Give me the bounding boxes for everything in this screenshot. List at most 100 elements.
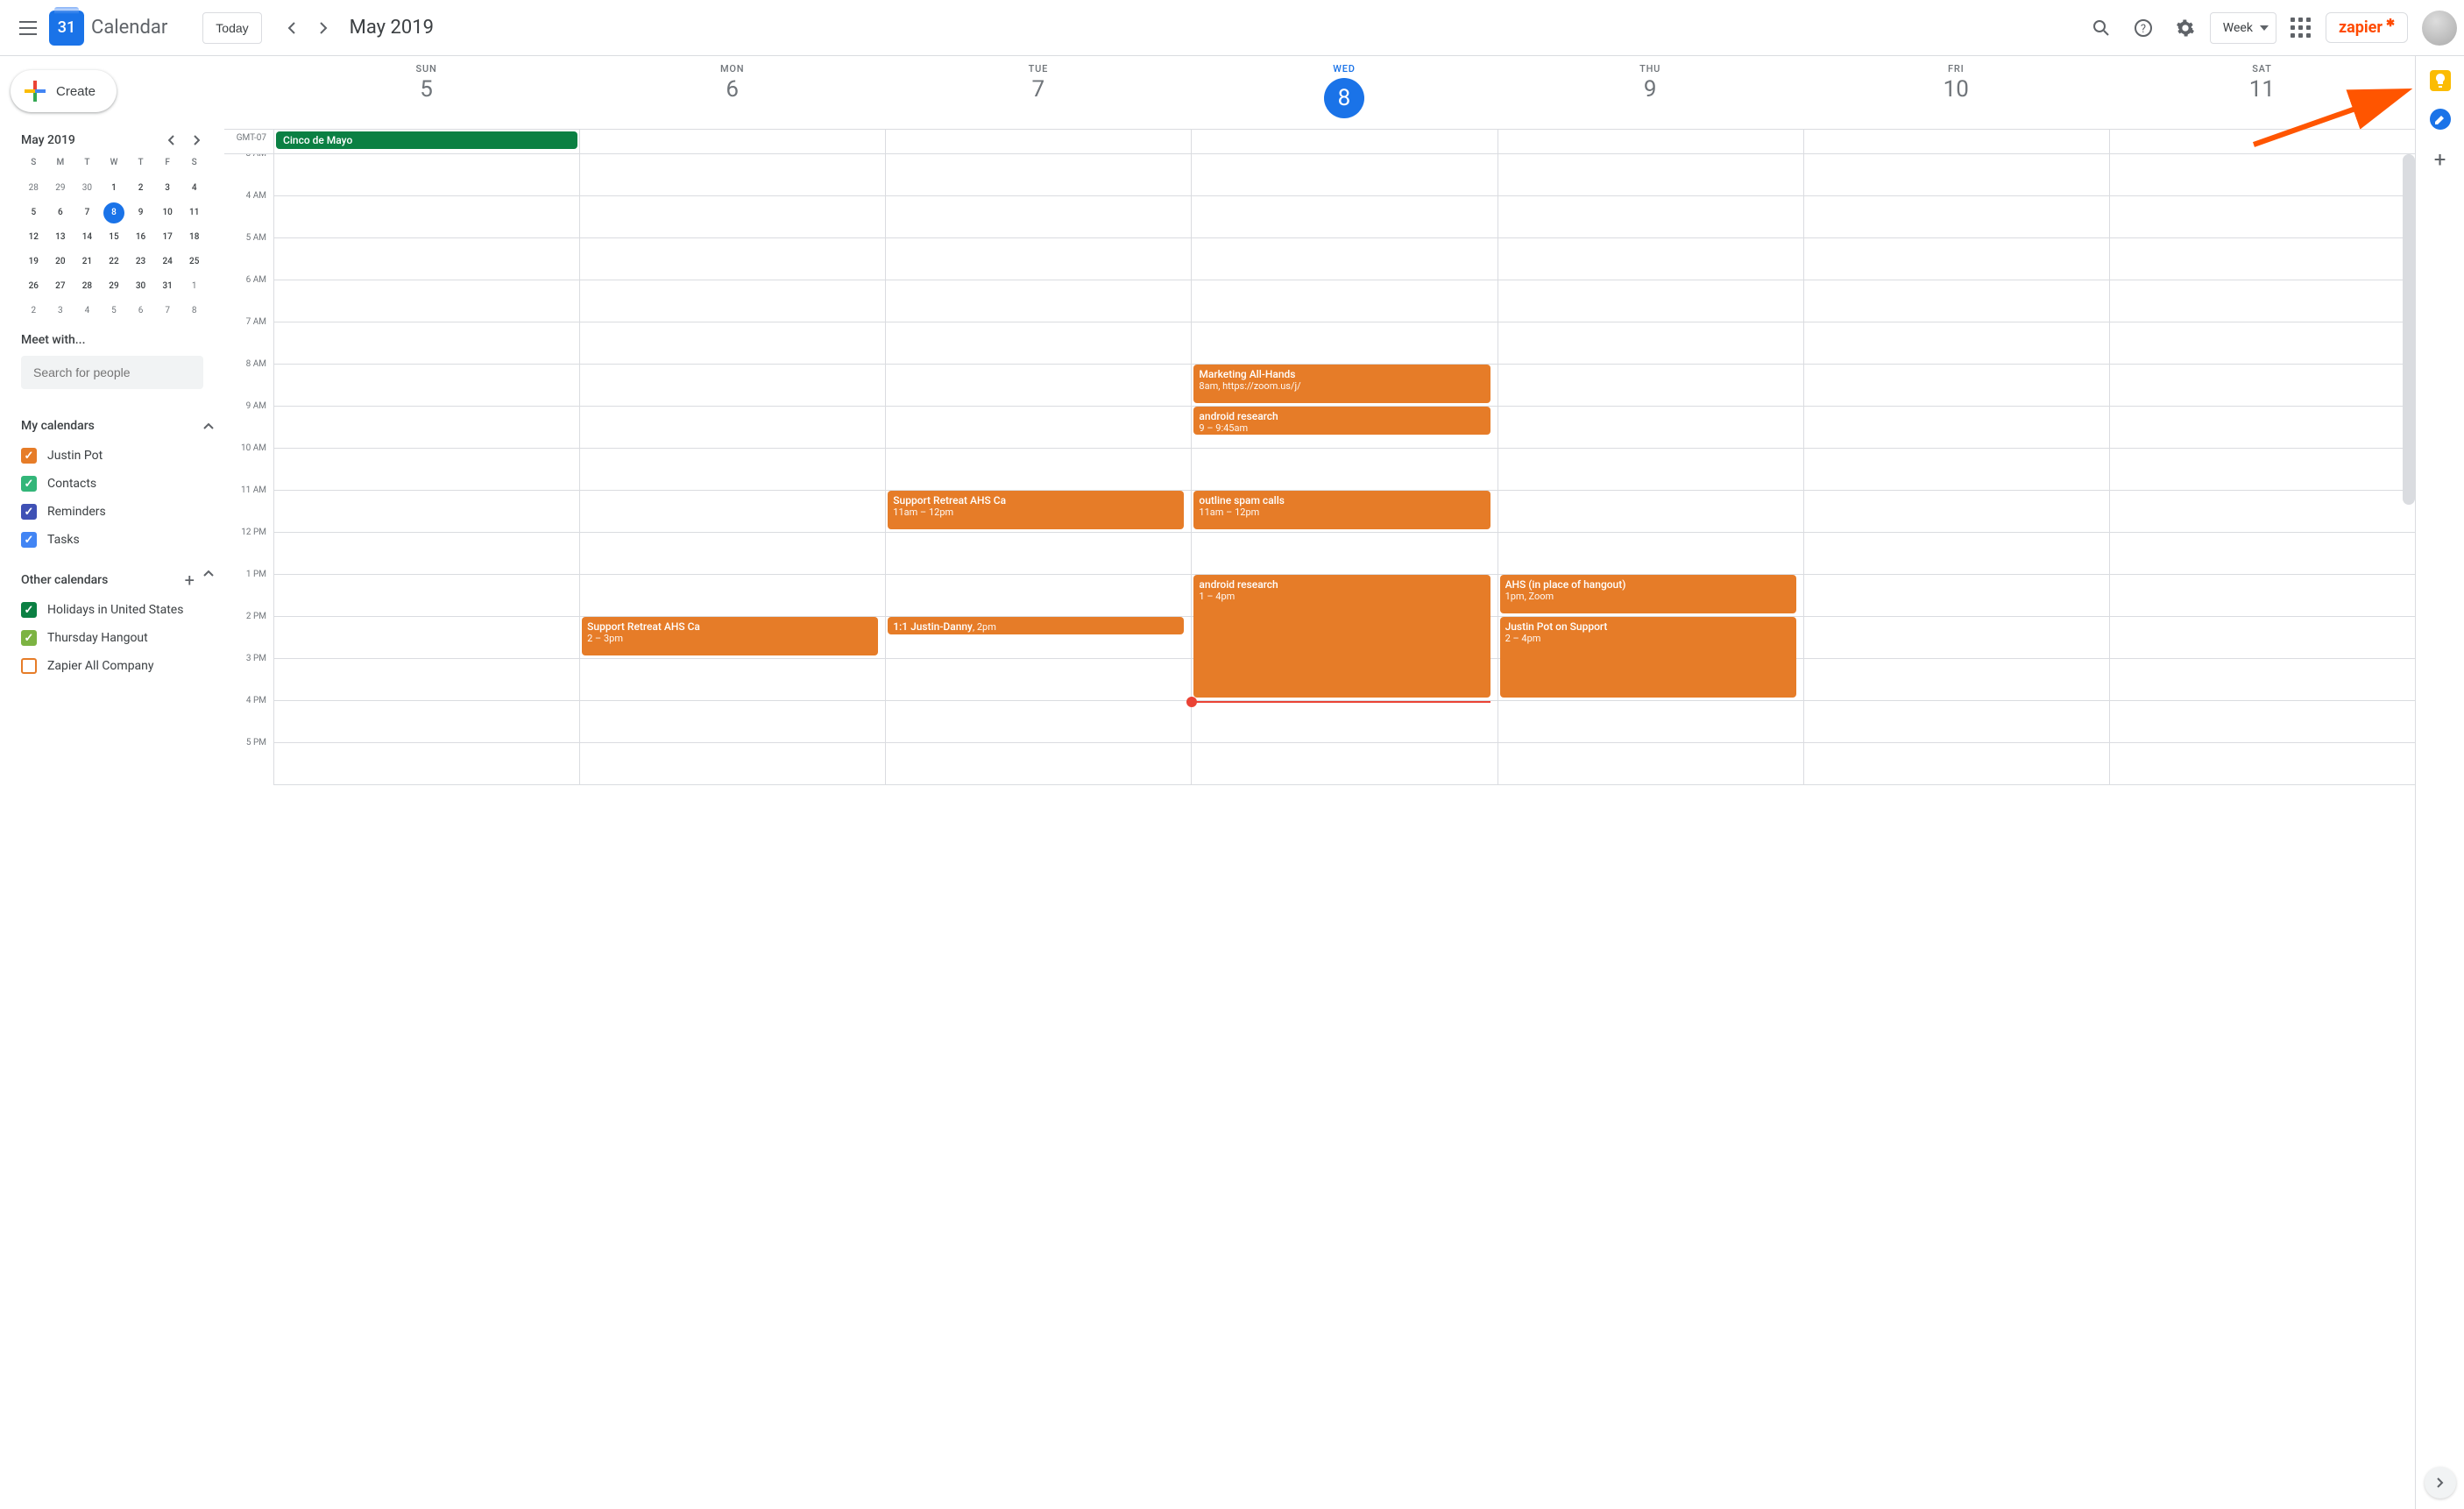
user-avatar[interactable] xyxy=(2422,11,2457,46)
hour-cell[interactable] xyxy=(580,449,885,491)
hour-cell[interactable] xyxy=(1498,365,1803,407)
my-calendars-toggle[interactable]: My calendars xyxy=(21,410,214,442)
hour-cell[interactable] xyxy=(1804,196,2109,238)
hour-cell[interactable] xyxy=(274,701,579,743)
hour-cell[interactable] xyxy=(1192,449,1497,491)
hour-cell[interactable] xyxy=(1804,659,2109,701)
day-header[interactable]: THU9 xyxy=(1498,56,1803,129)
create-button[interactable]: Create xyxy=(11,70,117,112)
hour-cell[interactable] xyxy=(2110,238,2415,280)
calendar-event[interactable]: Marketing All-Hands8am, https://zoom.us/… xyxy=(1193,365,1490,403)
hour-cell[interactable] xyxy=(886,449,1191,491)
calendar-list-item[interactable]: Tasks xyxy=(21,526,214,554)
calendar-checkbox[interactable] xyxy=(21,476,37,492)
mini-day-cell[interactable]: 10 xyxy=(157,202,178,223)
google-apps-button[interactable] xyxy=(2283,11,2319,46)
main-menu-button[interactable] xyxy=(7,7,49,49)
hour-cell[interactable] xyxy=(580,701,885,743)
hour-cell[interactable] xyxy=(2110,659,2415,701)
mini-day-cell[interactable]: 26 xyxy=(23,276,44,297)
hour-cell[interactable] xyxy=(886,743,1191,785)
mini-day-cell[interactable]: 1 xyxy=(184,276,205,297)
calendar-logo[interactable]: 31 Calendar xyxy=(49,11,167,46)
mini-day-cell[interactable]: 9 xyxy=(131,202,152,223)
help-button[interactable]: ? xyxy=(2126,11,2161,46)
day-column[interactable] xyxy=(1803,154,2109,785)
hour-cell[interactable] xyxy=(274,322,579,365)
hour-cell[interactable] xyxy=(274,449,579,491)
hour-cell[interactable] xyxy=(1192,196,1497,238)
mini-day-cell[interactable]: 1 xyxy=(103,178,124,199)
hour-cell[interactable] xyxy=(1498,154,1803,196)
hour-cell[interactable] xyxy=(274,743,579,785)
calendar-event[interactable]: android research1 – 4pm xyxy=(1193,575,1490,698)
hour-cell[interactable] xyxy=(274,491,579,533)
hour-cell[interactable] xyxy=(886,407,1191,449)
hour-cell[interactable] xyxy=(1804,322,2109,365)
hour-cell[interactable] xyxy=(274,407,579,449)
mini-day-cell[interactable]: 29 xyxy=(50,178,71,199)
zapier-button[interactable]: zapier ✱ xyxy=(2326,12,2408,43)
hour-cell[interactable] xyxy=(1498,280,1803,322)
hour-cell[interactable] xyxy=(1498,407,1803,449)
day-header[interactable]: WED8 xyxy=(1191,56,1497,129)
mini-day-cell[interactable]: 4 xyxy=(184,178,205,199)
hour-cell[interactable] xyxy=(1498,196,1803,238)
mini-next-button[interactable] xyxy=(186,130,207,151)
day-column[interactable]: Support Retreat AHS Ca2 – 3pm xyxy=(579,154,885,785)
time-grid-scroll[interactable]: 3 AM4 AM5 AM6 AM7 AM8 AM9 AM10 AM11 AM12… xyxy=(224,154,2415,1509)
hour-cell[interactable] xyxy=(2110,154,2415,196)
allday-cell[interactable] xyxy=(885,130,1191,153)
calendar-list-item[interactable]: Reminders xyxy=(21,498,214,526)
today-button[interactable]: Today xyxy=(202,12,261,44)
allday-cell[interactable] xyxy=(2109,130,2415,153)
hour-cell[interactable] xyxy=(1804,491,2109,533)
calendar-checkbox[interactable] xyxy=(21,602,37,618)
calendar-checkbox[interactable] xyxy=(21,630,37,646)
mini-day-cell[interactable]: 28 xyxy=(76,276,97,297)
hour-cell[interactable] xyxy=(2110,491,2415,533)
hour-cell[interactable] xyxy=(2110,575,2415,617)
day-column[interactable] xyxy=(2109,154,2415,785)
prev-period-button[interactable] xyxy=(276,12,308,44)
mini-day-cell[interactable]: 4 xyxy=(76,301,97,322)
hour-cell[interactable] xyxy=(1804,238,2109,280)
hour-cell[interactable] xyxy=(580,533,885,575)
hour-cell[interactable] xyxy=(1498,449,1803,491)
hour-cell[interactable] xyxy=(2110,449,2415,491)
hour-cell[interactable] xyxy=(580,280,885,322)
mini-day-cell[interactable]: 3 xyxy=(50,301,71,322)
hour-cell[interactable] xyxy=(1804,701,2109,743)
allday-cell[interactable] xyxy=(579,130,885,153)
calendar-list-item[interactable]: Holidays in United States xyxy=(21,596,214,624)
calendar-event[interactable]: 1:1 Justin-Danny, 2pm xyxy=(888,617,1184,634)
hour-cell[interactable] xyxy=(886,659,1191,701)
mini-day-cell[interactable]: 7 xyxy=(76,202,97,223)
add-calendar-button[interactable]: + xyxy=(185,570,195,591)
mini-day-cell[interactable]: 3 xyxy=(157,178,178,199)
hour-cell[interactable] xyxy=(1804,617,2109,659)
hour-cell[interactable] xyxy=(580,196,885,238)
mini-day-cell[interactable]: 25 xyxy=(184,252,205,273)
hour-cell[interactable] xyxy=(1498,322,1803,365)
mini-day-cell[interactable]: 18 xyxy=(184,227,205,248)
hour-cell[interactable] xyxy=(580,575,885,617)
hour-cell[interactable] xyxy=(1498,701,1803,743)
allday-cell[interactable] xyxy=(1803,130,2109,153)
mini-day-cell[interactable]: 6 xyxy=(131,301,152,322)
search-button[interactable] xyxy=(2084,11,2119,46)
hour-cell[interactable] xyxy=(580,407,885,449)
settings-button[interactable] xyxy=(2168,11,2203,46)
hour-cell[interactable] xyxy=(274,365,579,407)
hour-cell[interactable] xyxy=(274,575,579,617)
hour-cell[interactable] xyxy=(1192,280,1497,322)
mini-day-cell[interactable]: 8 xyxy=(103,202,124,223)
hour-cell[interactable] xyxy=(274,533,579,575)
hour-cell[interactable] xyxy=(2110,196,2415,238)
hour-cell[interactable] xyxy=(580,154,885,196)
day-header[interactable]: FRI10 xyxy=(1803,56,2109,129)
allday-event[interactable]: Cinco de Mayo xyxy=(276,131,577,149)
day-column[interactable]: AHS (in place of hangout)1pm, ZoomJustin… xyxy=(1498,154,1803,785)
hour-cell[interactable] xyxy=(1192,154,1497,196)
mini-day-cell[interactable]: 31 xyxy=(157,276,178,297)
